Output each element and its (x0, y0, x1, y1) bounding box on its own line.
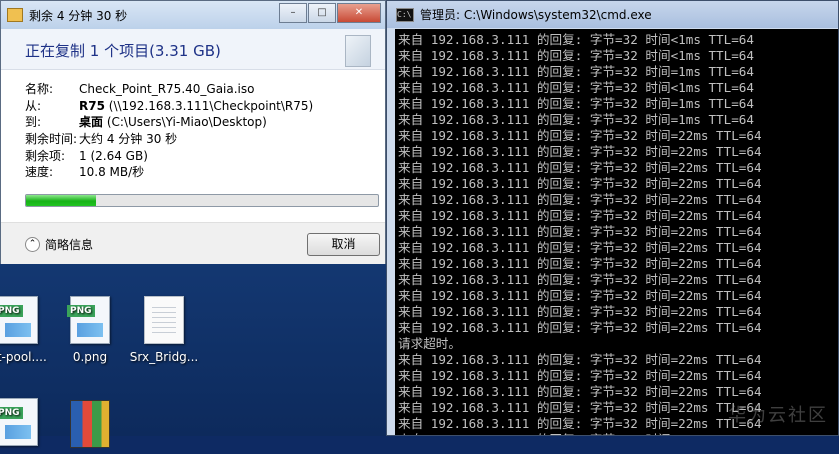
destination-folder-name[interactable]: 桌面 (79, 115, 103, 129)
console-line: 来自 192.168.3.111 的回复: 字节=32 时间<1ms TTL=6… (398, 80, 754, 95)
cancel-button[interactable]: 取消 (307, 233, 380, 256)
cmd-title: 管理员: C:\Windows\system32\cmd.exe (420, 8, 652, 22)
png-file-icon: PNG (0, 398, 38, 446)
detail-row-from: 从: R75 (\\192.168.3.111\Checkpoint\R75) (25, 98, 313, 115)
console-line: 来自 192.168.3.111 的回复: 字节=32 时间=22ms TTL=… (398, 384, 762, 399)
source-path: (\\192.168.3.111\Checkpoint\R75) (104, 98, 314, 113)
console-line: 来自 192.168.3.111 的回复: 字节=32 时间=22ms TTL=… (398, 320, 762, 335)
copy-dialog-header: 正在复制 1 个项目(3.31 GB) (1, 29, 385, 70)
console-line: 来自 192.168.3.111 的回复: 字节=32 时间=22ms TTL=… (398, 256, 762, 271)
cmd-window: C:\ 管理员: C:\Windows\system32\cmd.exe 来自 … (386, 0, 839, 436)
console-line: 来自 192.168.3.111 的回复: 字节=32 时间=22ms TTL=… (398, 368, 762, 383)
console-line: 来自 192.168.3.111 的回复: 字节=32 时间=22ms TTL=… (398, 128, 762, 143)
desktop-icon-4[interactable] (50, 400, 130, 454)
close-button[interactable]: ✕ (337, 3, 381, 23)
console-line: 来自 192.168.3.111 的回复: 字节=32 时间=22ms TTL=… (398, 432, 838, 435)
console-line: 来自 192.168.3.111 的回复: 字节=32 时间=1ms TTL=6… (398, 112, 754, 127)
detail-label: 从: (25, 98, 42, 113)
archive-file-icon (70, 400, 110, 448)
less-details-toggle[interactable]: ⌃ 简略信息 (25, 236, 93, 253)
watermark: 华为云社区 (728, 405, 828, 426)
detail-row-time-remaining: 剩余时间: 大约 4 分钟 30 秒 (25, 131, 313, 148)
console-line: 来自 192.168.3.111 的回复: 字节=32 时间=22ms TTL=… (398, 240, 762, 255)
cmd-console-output[interactable]: 来自 192.168.3.111 的回复: 字节=32 时间<1ms TTL=6… (395, 29, 838, 435)
console-line: 来自 192.168.3.111 的回复: 字节=32 时间=22ms TTL=… (398, 352, 762, 367)
cmd-icon: C:\ (396, 7, 414, 22)
text-file-icon (144, 296, 184, 344)
detail-value: 10.8 MB/秒 (79, 165, 145, 180)
console-line: 来自 192.168.3.111 的回复: 字节=32 时间=22ms TTL=… (398, 160, 762, 175)
console-line: 来自 192.168.3.111 的回复: 字节=32 时间=1ms TTL=6… (398, 64, 754, 79)
console-line: 来自 192.168.3.111 的回复: 字节=32 时间=22ms TTL=… (398, 224, 762, 239)
console-line: 来自 192.168.3.111 的回复: 字节=32 时间=22ms TTL=… (398, 208, 762, 223)
detail-label: 到: (25, 115, 42, 130)
copy-progress-dialog: 剩余 4 分钟 30 秒 – □ ✕ 正在复制 1 个项目(3.31 GB) 名… (0, 0, 386, 264)
maximize-button[interactable]: □ (308, 3, 336, 23)
cmd-titlebar[interactable]: C:\ 管理员: C:\Windows\system32\cmd.exe (387, 1, 838, 28)
detail-value: 大约 4 分钟 30 秒 (79, 132, 178, 147)
chevron-up-icon: ⌃ (25, 237, 40, 252)
console-line: 请求超时。 (398, 336, 461, 351)
copy-progress-bar (25, 194, 379, 207)
console-line: 来自 192.168.3.111 的回复: 字节=32 时间=22ms TTL=… (398, 304, 762, 319)
detail-label: 剩余项: (25, 148, 66, 163)
copy-dialog-titlebar[interactable]: 剩余 4 分钟 30 秒 – □ ✕ (1, 1, 385, 29)
console-line: 来自 192.168.3.111 的回复: 字节=32 时间=22ms TTL=… (398, 144, 762, 159)
file-icon (345, 35, 371, 67)
detail-label: 速度: (25, 165, 54, 180)
desktop-icon-1[interactable]: PNG 0.png (50, 296, 130, 364)
console-line: 来自 192.168.3.111 的回复: 字节=32 时间=22ms TTL=… (398, 288, 762, 303)
png-file-icon: PNG (67, 296, 110, 344)
minimize-button[interactable]: – (279, 3, 307, 23)
console-line: 来自 192.168.3.111 的回复: 字节=32 时间=22ms TTL=… (398, 272, 762, 287)
desktop-icon-2[interactable]: Srx_Bridg... (124, 296, 204, 364)
console-line: 来自 192.168.3.111 的回复: 字节=32 时间=22ms TTL=… (398, 176, 762, 191)
console-line: 来自 192.168.3.111 的回复: 字节=32 时间<1ms TTL=6… (398, 48, 754, 63)
copy-dialog-footer: ⌃ 简略信息 取消 (1, 222, 385, 264)
detail-row-speed: 速度: 10.8 MB/秒 (25, 164, 313, 181)
desktop-icon-label: 0.png (72, 350, 108, 364)
progress-fill (26, 195, 97, 206)
copy-heading: 正在复制 1 个项目(3.31 GB) (25, 42, 221, 60)
detail-value: Check_Point_R75.40_Gaia.iso (79, 82, 255, 96)
source-folder-name[interactable]: R75 (79, 99, 105, 113)
detail-label: 剩余时间: (25, 132, 78, 147)
console-line: 来自 192.168.3.111 的回复: 字节=32 时间<1ms TTL=6… (398, 32, 754, 47)
less-details-label: 简略信息 (45, 238, 94, 252)
detail-label: 名称: (25, 82, 54, 96)
copy-dialog-title: 剩余 4 分钟 30 秒 (29, 8, 128, 23)
detail-row-to: 到: 桌面 (C:\Users\Yi-Miao\Desktop) (25, 114, 313, 131)
console-line: 来自 192.168.3.111 的回复: 字节=32 时间=1ms TTL=6… (398, 96, 754, 111)
detail-row-name: 名称: Check_Point_R75.40_Gaia.iso (25, 81, 313, 98)
console-line: 来自 192.168.3.111 的回复: 字节=32 时间=22ms TTL=… (398, 192, 762, 207)
desktop-icon-label: Srx_Bridg... (129, 350, 199, 364)
detail-value: 1 (2.64 GB) (79, 148, 148, 163)
copy-details: 名称: Check_Point_R75.40_Gaia.iso 从: R75 (… (25, 81, 313, 181)
png-file-icon: PNG (0, 296, 38, 344)
detail-row-items-remaining: 剩余项: 1 (2.64 GB) (25, 148, 313, 165)
destination-path: (C:\Users\Yi-Miao\Desktop) (103, 115, 267, 130)
folder-icon (7, 8, 23, 22)
